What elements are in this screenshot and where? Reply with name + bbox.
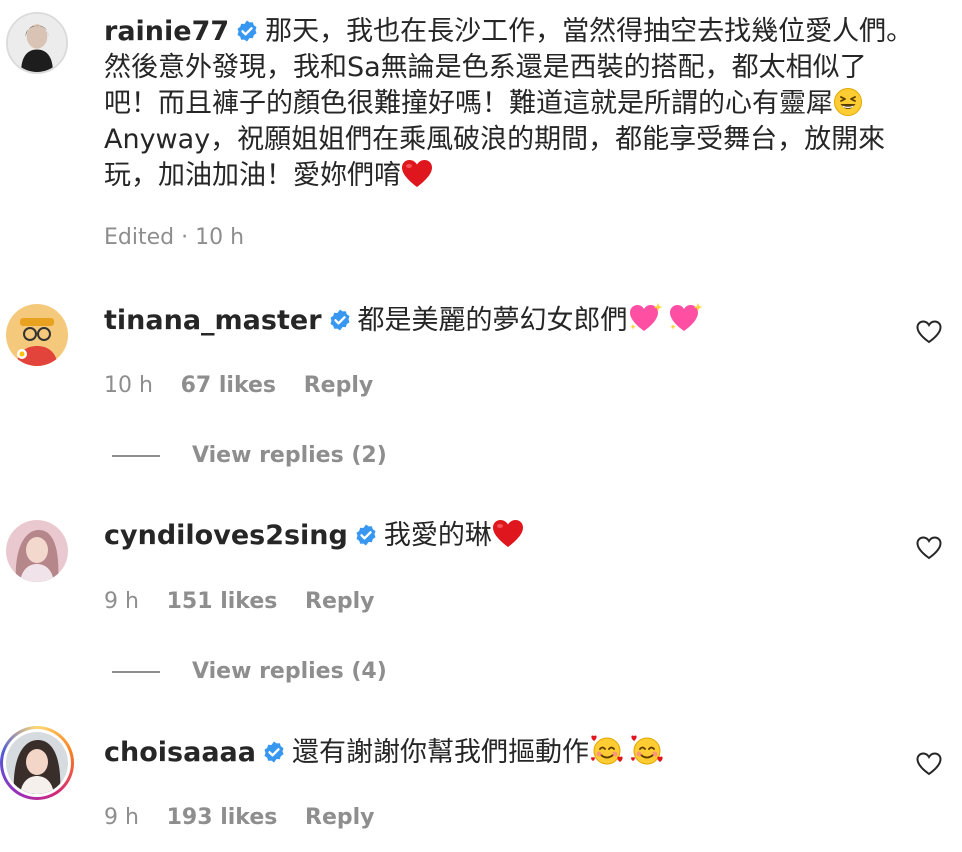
comment-text-line: 吧！而且褲子的顏色很難撞好嗎！難道這就是所謂的心有靈犀 — [104, 88, 833, 119]
username[interactable]: rainie77 — [104, 16, 229, 47]
view-replies-label: View replies (2) — [192, 443, 387, 468]
red-heart-emoji-icon — [492, 519, 524, 549]
comment-meta: 9 h 193 likes Reply — [104, 805, 395, 830]
comment-body: tinana_master 都是美麗的夢幻女郎們 — [104, 302, 922, 339]
comment-time: 10 h — [104, 373, 153, 398]
comment-body: choisaaaa 還有謝謝你幫我們摳動作 — [104, 734, 922, 771]
like-heart-icon[interactable] — [916, 320, 942, 344]
comment-body: rainie77 那天，我也在長沙工作，當然得抽空去找幾位愛人們。 然後意外發現，… — [104, 14, 922, 194]
smiling-face-with-hearts-emoji-icon — [589, 734, 625, 766]
avatar[interactable] — [6, 520, 68, 582]
edited-time: Edited · 10 h — [104, 225, 245, 250]
reply-button[interactable]: Reply — [305, 805, 375, 830]
comment-meta: 9 h 151 likes Reply — [104, 589, 395, 614]
view-replies-label: View replies (4) — [192, 659, 387, 684]
verified-badge-icon — [262, 740, 286, 764]
comment-text-line: 然後意外發現，我和Sa無論是色系還是西裝的搭配，都太相似了 — [104, 52, 867, 83]
view-replies-button[interactable]: View replies (2) — [112, 443, 387, 468]
replies-divider-line — [112, 671, 160, 673]
sparkling-heart-emoji-icon — [628, 302, 664, 334]
avatar[interactable] — [6, 12, 68, 74]
comment-time: 9 h — [104, 805, 139, 830]
verified-badge-icon — [235, 19, 259, 43]
sparkling-heart-emoji-icon — [668, 302, 704, 334]
comment-body: cyndiloves2sing 我愛的琳 — [104, 518, 922, 554]
comment-text-line: Anyway，祝願姐姐們在乘風破浪的期間，都能享受舞台，放開來 — [104, 124, 886, 155]
verified-badge-icon — [354, 523, 378, 547]
smiling-face-with-hearts-emoji-icon — [629, 734, 665, 766]
reply-button[interactable]: Reply — [304, 373, 374, 398]
comment-time: 9 h — [104, 589, 139, 614]
comment-text: 還有謝謝你幫我們摳動作 — [291, 737, 589, 768]
comment-text-line: 玩，加油加油！愛妳們唷 — [104, 160, 401, 191]
likes-count[interactable]: 193 likes — [167, 805, 278, 830]
comment-text: 我愛的琳 — [383, 520, 492, 551]
likes-count[interactable]: 67 likes — [181, 373, 276, 398]
reply-button[interactable]: Reply — [305, 589, 375, 614]
comment-text: 都是美麗的夢幻女郎們 — [357, 305, 628, 336]
view-replies-button[interactable]: View replies (4) — [112, 659, 387, 684]
comment-text-line: 那天，我也在長沙工作，當然得抽空去找幾位愛人們。 — [265, 16, 914, 47]
likes-count[interactable]: 151 likes — [167, 589, 278, 614]
username[interactable]: choisaaaa — [104, 737, 256, 768]
username[interactable]: cyndiloves2sing — [104, 520, 348, 551]
comment-meta: 10 h 67 likes Reply — [104, 373, 393, 398]
avatar[interactable] — [6, 304, 68, 366]
verified-badge-icon — [328, 308, 352, 332]
red-heart-emoji-icon — [401, 159, 433, 189]
grinning-squint-emoji-icon — [833, 87, 863, 117]
like-heart-icon[interactable] — [916, 536, 942, 560]
avatar[interactable] — [6, 732, 68, 794]
comment-meta: Edited · 10 h — [104, 225, 264, 250]
like-heart-icon[interactable] — [916, 752, 942, 776]
username[interactable]: tinana_master — [104, 305, 322, 336]
replies-divider-line — [112, 455, 160, 457]
